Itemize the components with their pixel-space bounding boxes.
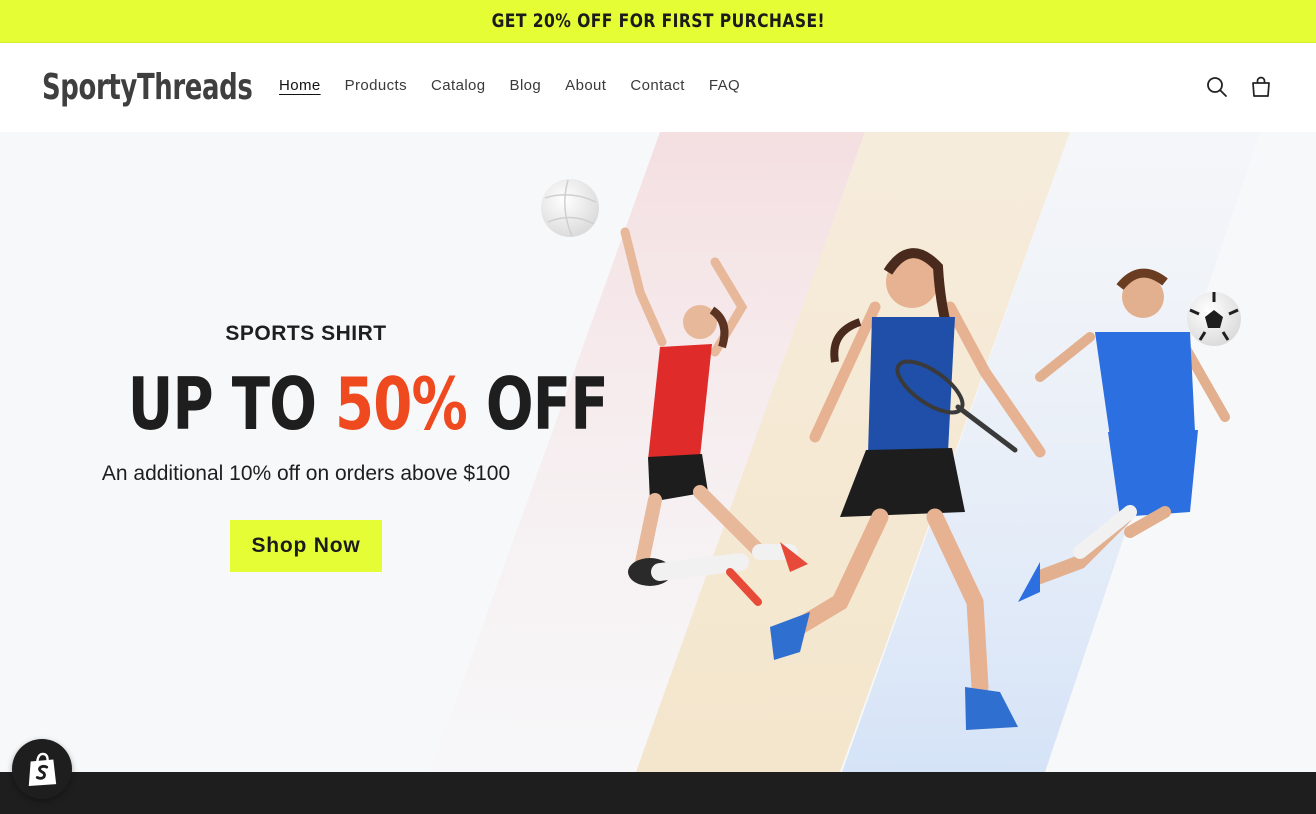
hero-banner: SPORTS SHIRT UP TO 50% OFF An additional… [0,132,1316,772]
headline-suffix: OFF [467,362,609,446]
announcement-text: GET 20% OFF FOR FIRST PURCHASE! [491,10,825,32]
hero-eyebrow: SPORTS SHIRT [225,322,387,345]
nav-link-home[interactable]: Home [279,77,321,94]
nav-link-products[interactable]: Products [345,77,407,94]
nav-link-blog[interactable]: Blog [510,77,542,94]
nav-link-contact[interactable]: Contact [630,77,685,94]
shop-now-button[interactable]: Shop Now [230,520,382,572]
headline-discount: 50% [334,362,468,446]
nav-link-about[interactable]: About [565,77,606,94]
nav-link-catalog[interactable]: Catalog [431,77,486,94]
volleyball-icon [541,179,599,237]
search-icon[interactable] [1204,74,1230,100]
site-header: SportyThreads Home Products Catalog Blog… [0,43,1316,132]
soccer-ball-icon [1187,292,1241,346]
cart-icon[interactable] [1248,74,1274,100]
shopify-bag-icon[interactable] [12,739,72,799]
hero-headline: UP TO 50% OFF [128,368,609,440]
site-logo[interactable]: SportyThreads [42,67,253,108]
hero-text-block: SPORTS SHIRT UP TO 50% OFF An additional… [60,322,609,572]
hero-subline: An additional 10% off on orders above $1… [101,462,511,485]
headline-prefix: UP TO [127,362,335,446]
footer-bar [0,772,1316,814]
main-nav: Home Products Catalog Blog About Contact… [279,77,764,94]
announcement-bar: GET 20% OFF FOR FIRST PURCHASE! [0,0,1316,43]
nav-link-faq[interactable]: FAQ [709,77,740,94]
